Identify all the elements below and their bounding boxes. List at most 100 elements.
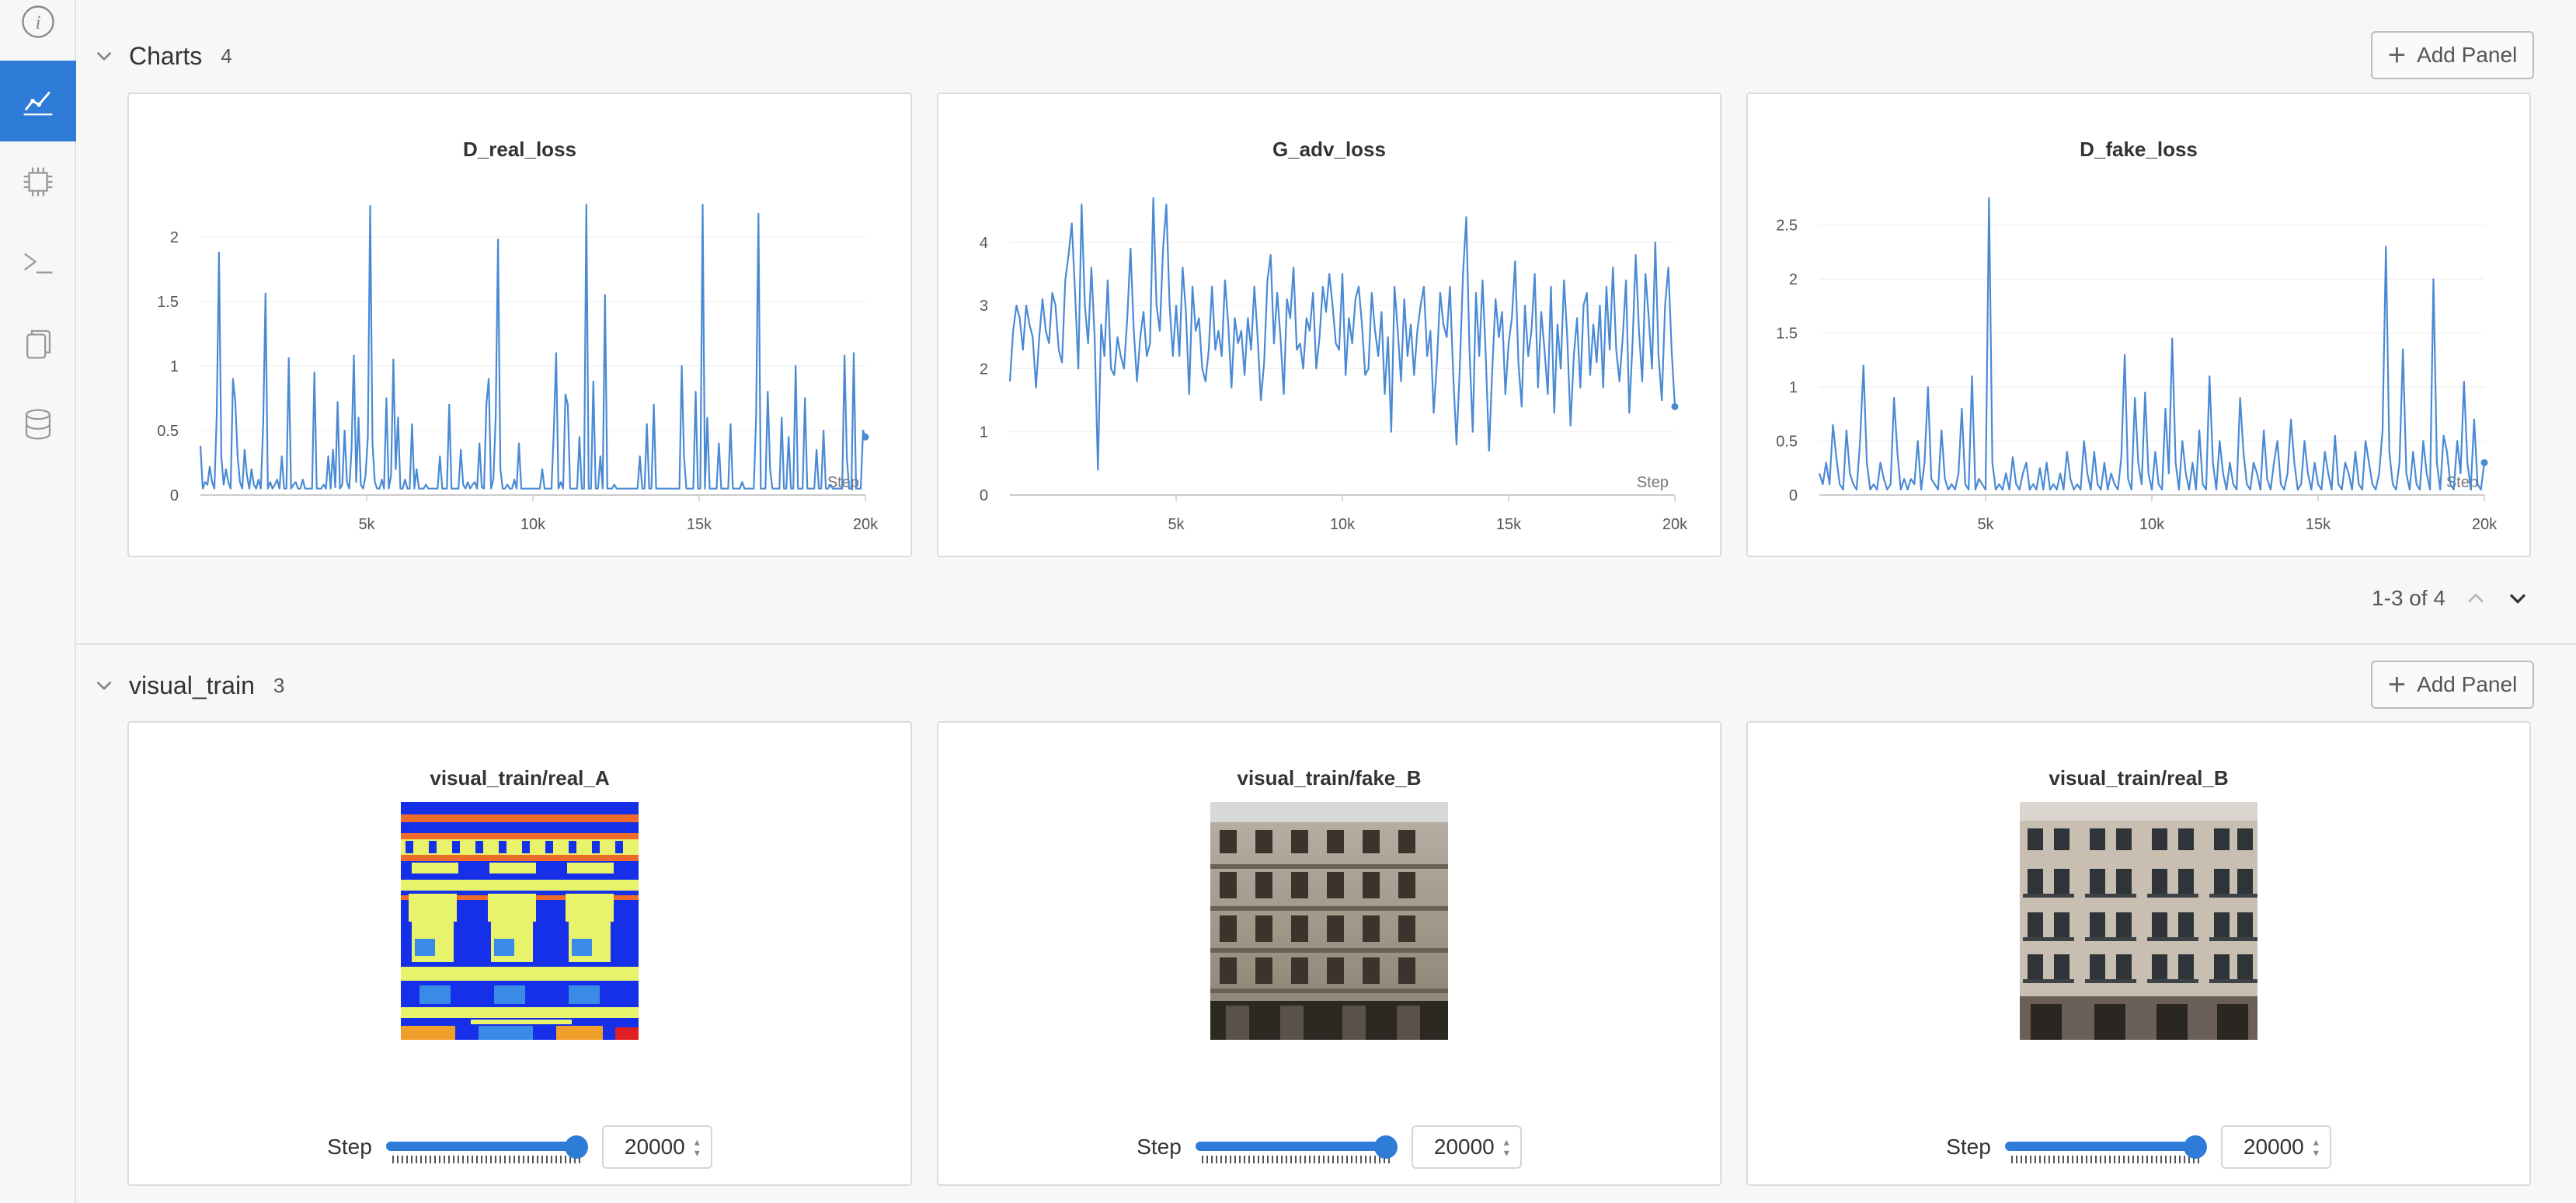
visual-section-header[interactable]: visual_train 3 bbox=[93, 662, 284, 709]
y-tick-label: 2.5 bbox=[1776, 218, 1798, 235]
section-divider bbox=[76, 643, 2576, 645]
step-value: 20000 bbox=[2243, 1135, 2304, 1159]
step-label: Step bbox=[1137, 1135, 1182, 1159]
step-slider[interactable] bbox=[2004, 1128, 2207, 1166]
x-tick-label: 15k bbox=[1496, 516, 1522, 533]
charts-nav-button[interactable] bbox=[0, 61, 76, 141]
chart-pager: 1-3 of 4 bbox=[2372, 586, 2529, 611]
y-tick-label: 0 bbox=[980, 487, 988, 504]
y-tick-label: 0 bbox=[1789, 487, 1798, 504]
charts-add-panel-button[interactable]: + Add Panel bbox=[2371, 31, 2534, 79]
info-icon: i bbox=[22, 5, 54, 38]
segmentation-label-map-image bbox=[401, 802, 639, 1040]
y-tick-label: 1 bbox=[1789, 379, 1798, 396]
series-end-point bbox=[1671, 403, 1679, 410]
x-tick-label: 10k bbox=[1330, 516, 1356, 533]
spinner-icon[interactable]: ▴ ▾ bbox=[694, 1136, 700, 1158]
step-label: Step bbox=[1946, 1135, 1991, 1159]
x-tick-label: 5k bbox=[1168, 516, 1185, 533]
step-control: Step 20000 ▴ ▾ bbox=[1748, 1124, 2529, 1170]
slider-thumb[interactable] bbox=[2183, 1135, 2207, 1159]
step-label: Step bbox=[327, 1135, 372, 1159]
y-tick-label: 4 bbox=[980, 235, 988, 252]
files-icon bbox=[26, 330, 51, 359]
sidebar: i bbox=[0, 0, 76, 1203]
step-input[interactable]: 20000 ▴ ▾ bbox=[1411, 1125, 1522, 1169]
chevron-down-icon[interactable] bbox=[93, 45, 115, 67]
visual-add-panel-button[interactable]: + Add Panel bbox=[2371, 661, 2534, 709]
x-tick-label: 10k bbox=[2139, 516, 2165, 533]
chart-panel-d-real-loss[interactable]: D_real_loss 0 0.5 1 1.5 2 5k 10k 15k 20k Step bbox=[127, 92, 912, 557]
system-nav-button[interactable] bbox=[0, 141, 76, 222]
image-panel-title: visual_train/fake_B bbox=[1237, 766, 1422, 790]
image-panel-fake-b[interactable]: visual_train/fake_B Step 20000 ▴ ▾ bbox=[937, 721, 1721, 1186]
line-chart: 00.511.522.55k 10k 15k 20kStep bbox=[1776, 197, 2498, 533]
step-input[interactable]: 20000 ▴ ▾ bbox=[2220, 1125, 2331, 1169]
line-chart: 0 1 2 3 4 5k 10k 15k 20k Step bbox=[980, 197, 1688, 533]
y-tick-label: 3 bbox=[980, 298, 988, 315]
terminal-icon bbox=[24, 253, 53, 274]
y-tick-label: 2 bbox=[980, 361, 988, 378]
visual-section-title: visual_train bbox=[129, 671, 255, 699]
charts-section-title: Charts bbox=[129, 41, 203, 70]
generated-building-facade-image bbox=[1210, 802, 1448, 1040]
add-panel-label: Add Panel bbox=[2417, 43, 2518, 67]
step-slider[interactable] bbox=[1195, 1128, 1398, 1166]
chart-icon bbox=[23, 91, 53, 116]
x-tick-label: 15k bbox=[687, 516, 712, 533]
plus-icon: + bbox=[2387, 668, 2407, 702]
add-panel-label: Add Panel bbox=[2417, 672, 2518, 696]
visual-section-count: 3 bbox=[273, 673, 285, 697]
image-panel-title: visual_train/real_B bbox=[2049, 766, 2229, 790]
spinner-icon[interactable]: ▴ ▾ bbox=[2313, 1136, 2319, 1158]
slider-thumb[interactable] bbox=[564, 1135, 588, 1159]
artifacts-nav-button[interactable] bbox=[0, 384, 76, 465]
y-tick-label: 0 bbox=[170, 487, 179, 504]
logs-nav-button[interactable] bbox=[0, 222, 76, 303]
series-line bbox=[199, 204, 867, 490]
y-tick-label: 0.5 bbox=[157, 423, 179, 440]
step-value: 20000 bbox=[1433, 1135, 1495, 1159]
step-slider[interactable] bbox=[385, 1128, 588, 1166]
y-tick-label: 2 bbox=[170, 229, 179, 246]
step-value: 20000 bbox=[624, 1135, 685, 1159]
series-end-point bbox=[2480, 459, 2488, 466]
x-tick-label: 5k bbox=[1977, 516, 1994, 533]
x-tick-label: 15k bbox=[2306, 516, 2331, 533]
image-panel-title: visual_train/real_A bbox=[430, 766, 610, 790]
y-tick-label: 1 bbox=[980, 424, 988, 441]
chart-panel-d-fake-loss[interactable]: D_fake_loss 0 0.5 1 1.5 2 2.5 5k 10k 15k 20k Step bbox=[1746, 92, 2531, 557]
y-tick-label: 1.5 bbox=[157, 294, 179, 311]
image-panel-real-b[interactable]: visual_train/real_B Step 20000 ▴ ▾ bbox=[1746, 721, 2531, 1186]
step-input[interactable]: 20000 ▴ ▾ bbox=[601, 1125, 712, 1169]
chart-panel-g-adv-loss[interactable]: G_adv_loss 0 1 2 3 4 5k 10k 15k 20k Step bbox=[937, 92, 1721, 557]
info-button[interactable]: i bbox=[0, 0, 76, 62]
x-axis-label: Step bbox=[1637, 474, 1669, 491]
plus-icon: + bbox=[2387, 38, 2407, 72]
image-panel-real-a[interactable]: visual_train/real_A Step 20000 ▴ ▾ bbox=[127, 721, 912, 1186]
files-nav-button[interactable] bbox=[0, 303, 76, 384]
chevron-down-icon[interactable] bbox=[2506, 587, 2529, 610]
series-line bbox=[1008, 197, 1676, 471]
charts-section-header[interactable]: Charts 4 bbox=[93, 33, 232, 79]
x-tick-label: 5k bbox=[358, 516, 375, 533]
y-tick-label: 2 bbox=[1789, 271, 1798, 288]
svg-text:i: i bbox=[35, 12, 40, 33]
step-control: Step 20000 ▴ ▾ bbox=[938, 1124, 1720, 1170]
x-tick-label: 20k bbox=[1662, 516, 1688, 533]
real-building-facade-image bbox=[2020, 802, 2257, 1040]
y-tick-label: 0.5 bbox=[1776, 434, 1798, 451]
spinner-icon[interactable]: ▴ ▾ bbox=[1504, 1136, 1509, 1158]
y-tick-label: 1 bbox=[170, 358, 179, 375]
y-tick-label: 1.5 bbox=[1776, 326, 1798, 343]
step-control: Step 20000 ▴ ▾ bbox=[129, 1124, 910, 1170]
pager-text: 1-3 of 4 bbox=[2372, 586, 2445, 610]
series-end-point bbox=[862, 433, 869, 441]
line-chart: 00.511.525k 10k 15k 20kStep bbox=[157, 204, 879, 533]
database-icon bbox=[25, 409, 51, 440]
chevron-up-icon[interactable] bbox=[2464, 587, 2487, 610]
cpu-icon bbox=[23, 167, 53, 197]
slider-thumb[interactable] bbox=[1373, 1135, 1398, 1159]
x-tick-label: 10k bbox=[520, 516, 546, 533]
chevron-down-icon[interactable] bbox=[93, 675, 115, 696]
